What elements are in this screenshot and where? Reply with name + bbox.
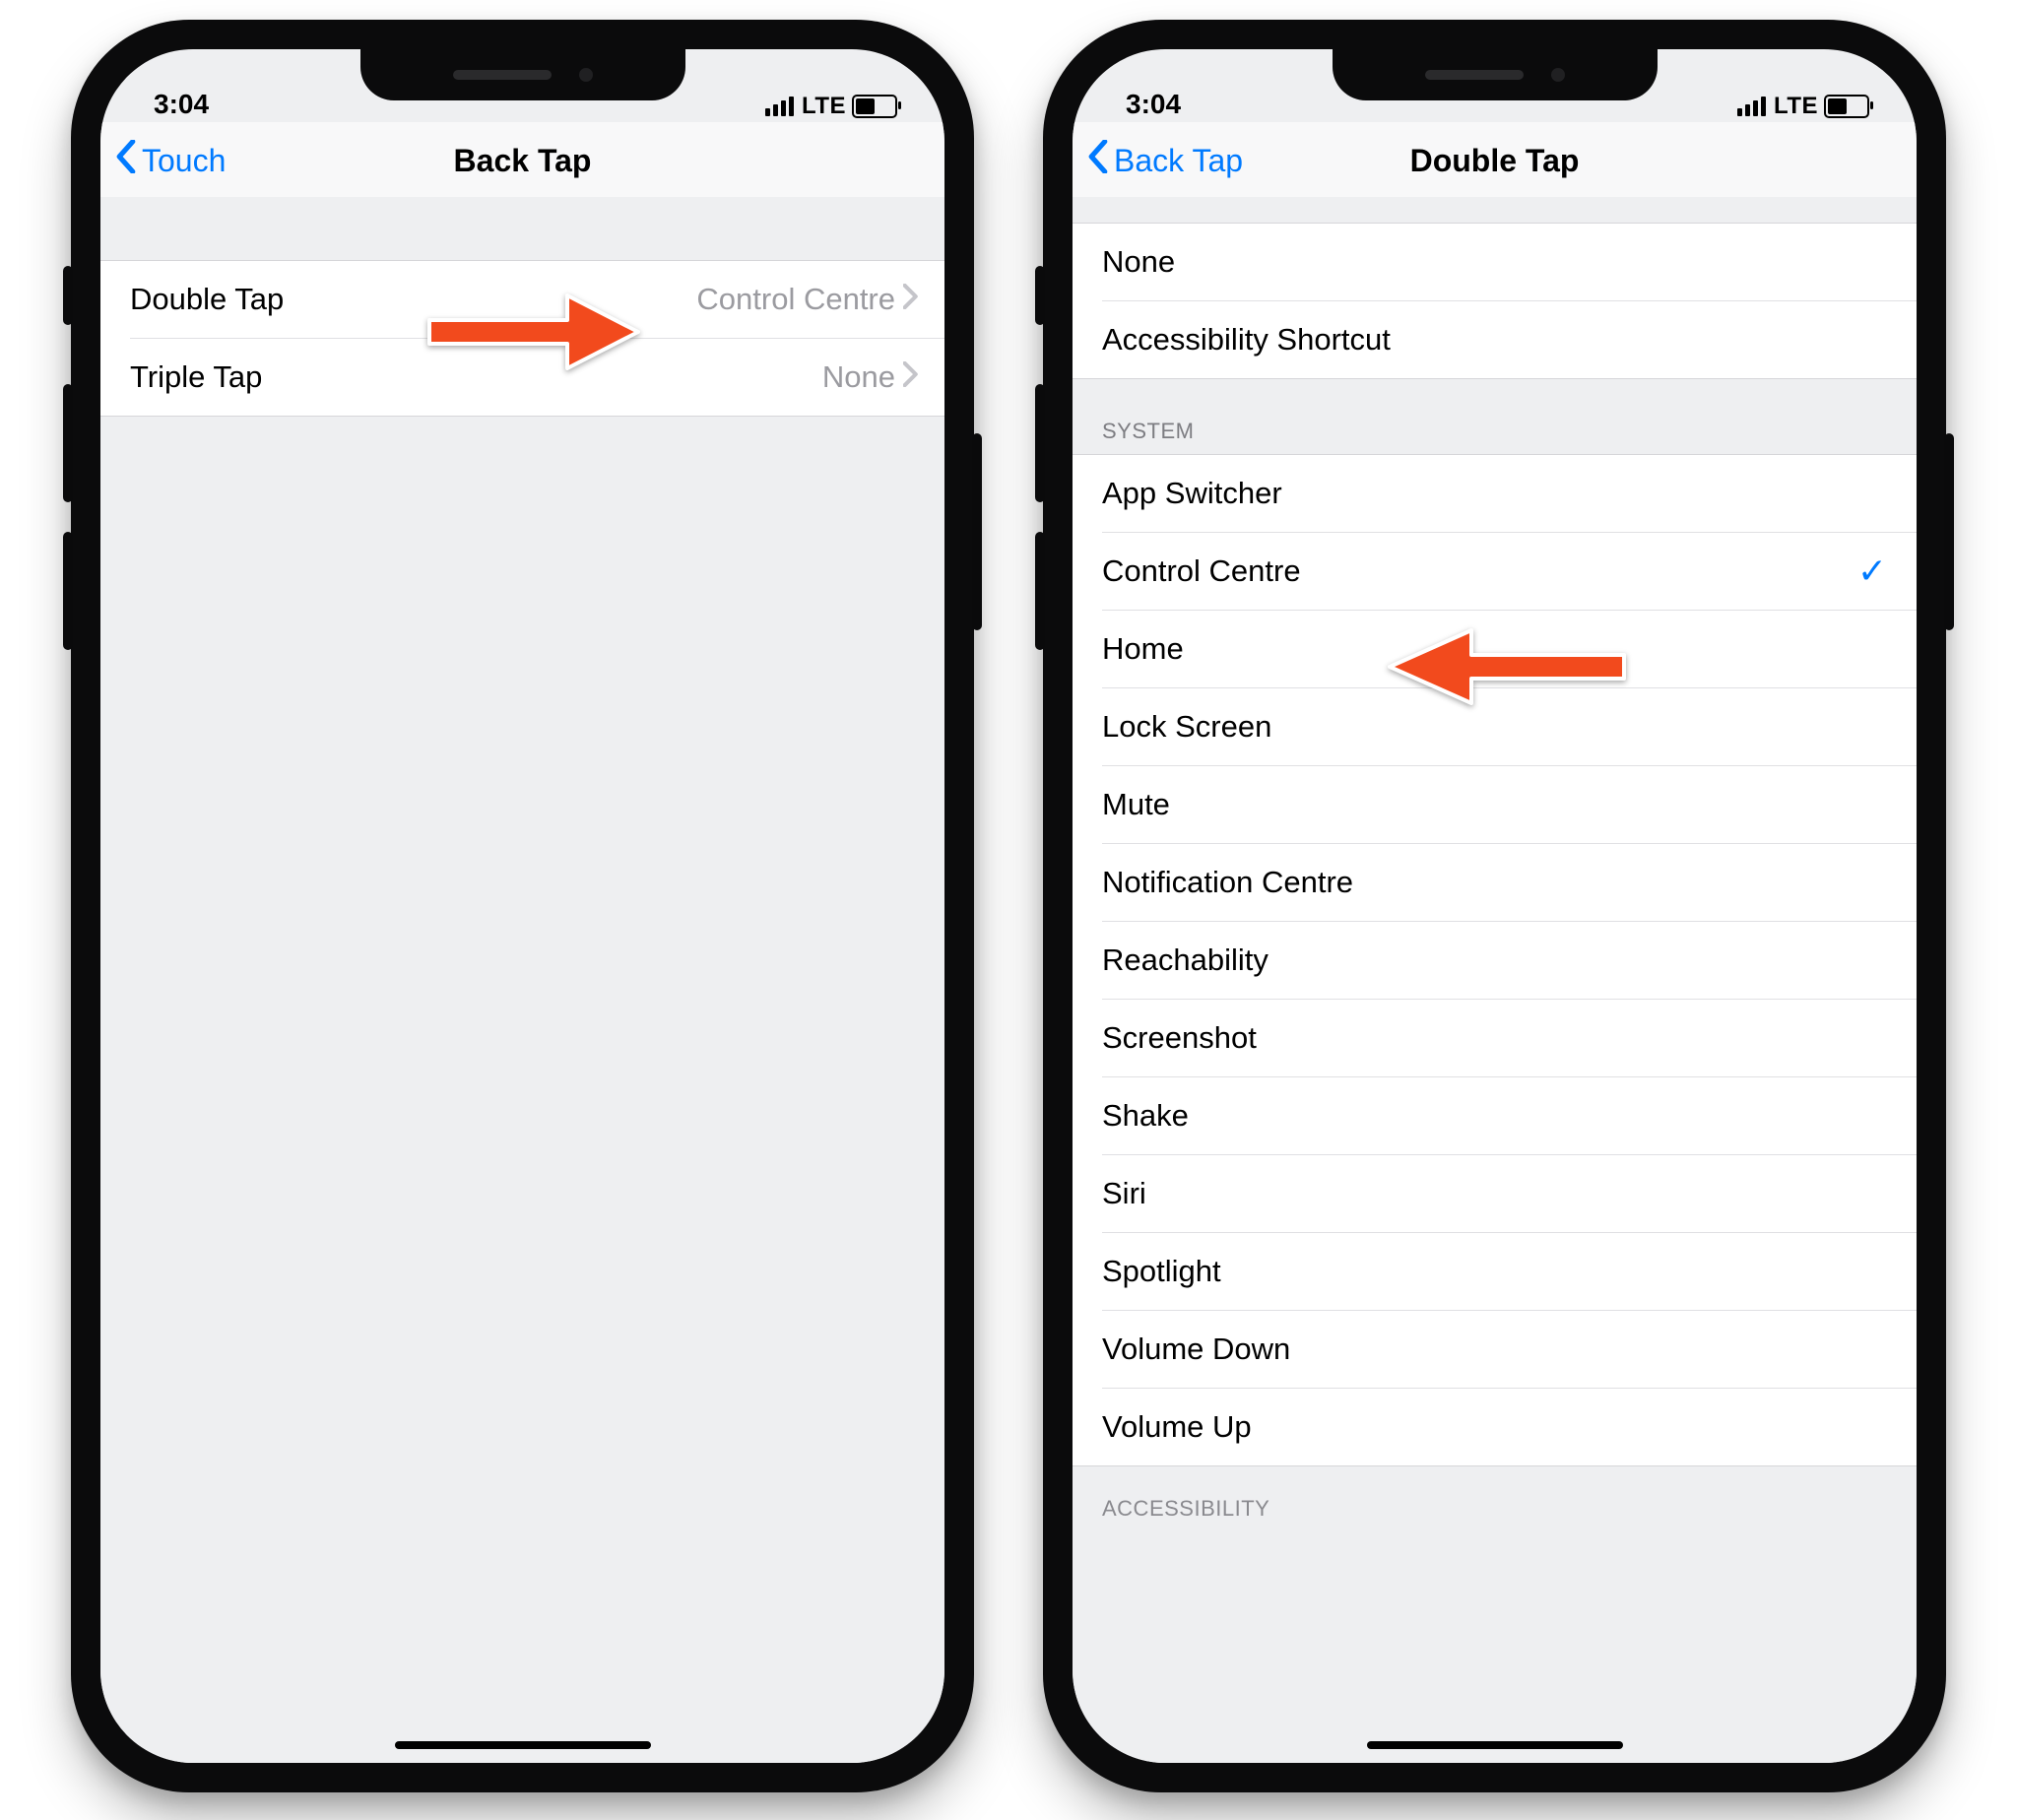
network-label: LTE — [1774, 93, 1818, 120]
row-label: Control Centre — [1102, 553, 1857, 589]
system-group: App SwitcherControl Centre✓HomeLock Scre… — [1073, 454, 1917, 1466]
nav-bar: Touch Back Tap — [100, 122, 944, 200]
signal-icon — [765, 97, 794, 116]
option-volume-up[interactable]: Volume Up — [1102, 1388, 1917, 1465]
row-label: App Switcher — [1102, 476, 1891, 511]
row-label: Lock Screen — [1102, 709, 1891, 745]
annotation-arrow-right — [420, 288, 646, 376]
row-label: Spotlight — [1102, 1254, 1891, 1289]
row-value: None — [822, 359, 895, 395]
back-label: Back Tap — [1114, 143, 1243, 179]
row-label: Shake — [1102, 1098, 1891, 1134]
option-mute[interactable]: Mute — [1102, 765, 1917, 843]
row-label: Screenshot — [1102, 1020, 1891, 1056]
status-time: 3:04 — [1126, 89, 1181, 120]
home-indicator[interactable] — [1367, 1741, 1623, 1749]
row-label: Mute — [1102, 787, 1891, 822]
back-label: Touch — [142, 143, 226, 179]
option-notification-centre[interactable]: Notification Centre — [1102, 843, 1917, 921]
home-indicator[interactable] — [395, 1741, 651, 1749]
battery-icon — [1824, 95, 1869, 118]
option-spotlight[interactable]: Spotlight — [1102, 1232, 1917, 1310]
network-label: LTE — [802, 93, 846, 120]
content: Double Tap Control Centre Triple Tap Non… — [100, 197, 944, 1763]
chevron-right-icon — [903, 282, 919, 317]
nav-bar: Back Tap Double Tap — [1073, 122, 1917, 200]
option-siri[interactable]: Siri — [1102, 1154, 1917, 1232]
row-label: None — [1102, 244, 1891, 280]
row-label: Reachability — [1102, 942, 1891, 978]
option-accessibility-shortcut[interactable]: Accessibility Shortcut — [1102, 300, 1917, 378]
phone-left: 3:04 LTE Touch Back Tap — [71, 20, 974, 1792]
row-label: Volume Up — [1102, 1409, 1891, 1445]
back-button[interactable]: Back Tap — [1086, 140, 1243, 181]
checkmark-icon: ✓ — [1857, 551, 1887, 592]
page-title: Back Tap — [100, 143, 944, 179]
phone-right: 3:04 LTE Back Tap Double Tap — [1043, 20, 1946, 1792]
option-shake[interactable]: Shake — [1102, 1076, 1917, 1154]
top-group: None Accessibility Shortcut — [1073, 223, 1917, 379]
status-time: 3:04 — [154, 89, 209, 120]
option-reachability[interactable]: Reachability — [1102, 921, 1917, 999]
notch — [360, 49, 685, 100]
chevron-left-icon — [114, 140, 138, 181]
option-volume-down[interactable]: Volume Down — [1102, 1310, 1917, 1388]
option-control-centre[interactable]: Control Centre✓ — [1102, 532, 1917, 610]
option-screenshot[interactable]: Screenshot — [1102, 999, 1917, 1076]
back-button[interactable]: Touch — [114, 140, 226, 181]
notch — [1333, 49, 1658, 100]
section-header-system: System — [1073, 419, 1917, 454]
row-label: Notification Centre — [1102, 865, 1891, 900]
row-label: Siri — [1102, 1176, 1891, 1211]
row-value: Control Centre — [696, 282, 895, 317]
section-header-accessibility: Accessibility — [1073, 1466, 1917, 1522]
option-none[interactable]: None — [1073, 224, 1917, 300]
content[interactable]: None Accessibility Shortcut System App S… — [1073, 197, 1917, 1763]
option-app-switcher[interactable]: App Switcher — [1073, 455, 1917, 532]
signal-icon — [1737, 97, 1766, 116]
row-label: Volume Down — [1102, 1332, 1891, 1367]
row-label: Accessibility Shortcut — [1102, 322, 1891, 358]
chevron-left-icon — [1086, 140, 1110, 181]
battery-icon — [852, 95, 897, 118]
chevron-right-icon — [903, 359, 919, 395]
annotation-arrow-left — [1378, 622, 1634, 711]
